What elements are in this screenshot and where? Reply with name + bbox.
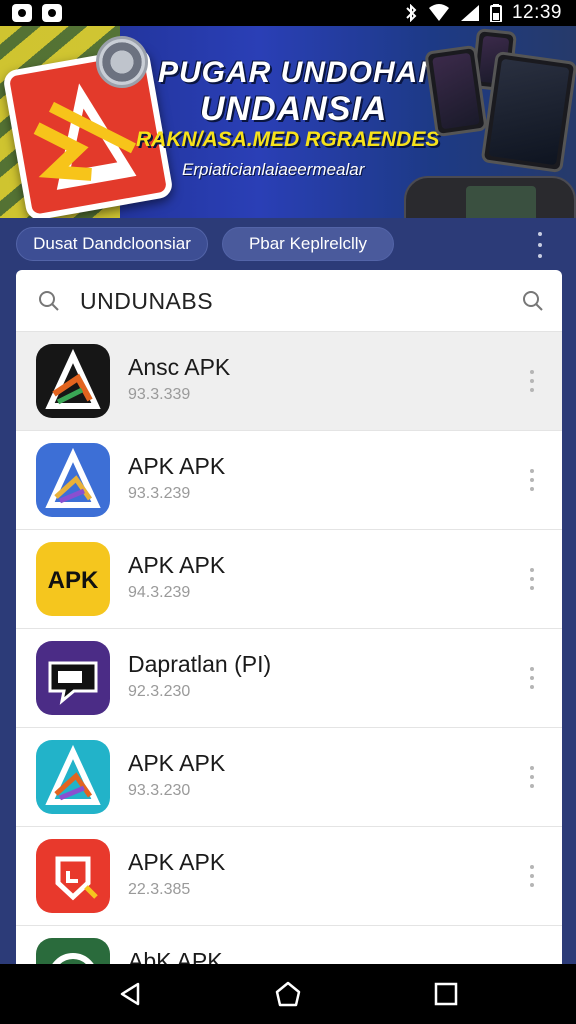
list-item[interactable]: Ansc APK 93.3.339 (16, 332, 562, 431)
search-bar[interactable] (16, 270, 562, 332)
app-name: APK APK (128, 750, 226, 776)
banner-tagline: Erpiaticianlaiaeermealar (182, 160, 365, 179)
app-name: AbK APK (128, 948, 223, 964)
game-controller-image (404, 176, 576, 218)
svg-text:APK: APK (48, 567, 99, 594)
more-options-icon[interactable] (528, 766, 536, 788)
list-item[interactable]: APK APK 22.3.385 (16, 827, 562, 926)
app-name: APK APK (128, 453, 226, 479)
recents-icon[interactable] (432, 980, 460, 1008)
app-version: 94.3.239 (128, 584, 191, 601)
back-icon[interactable] (116, 980, 144, 1008)
search-input[interactable] (80, 284, 500, 318)
battery-icon (489, 4, 502, 22)
search-submit-icon[interactable] (522, 290, 544, 312)
signal-icon (460, 5, 479, 21)
app-version: 93.3.230 (128, 782, 191, 799)
app-version: 93.3.239 (128, 485, 191, 502)
banner-title-line2: UNDANSIA (200, 90, 388, 128)
overflow-menu-icon[interactable] (532, 232, 548, 258)
app-name: APK APK (128, 849, 226, 875)
list-item[interactable]: AbK APK (16, 926, 562, 964)
promo-banner[interactable]: PUGAR UNDOHAN UNDANSIA RAKN/ASA.MED RGRA… (0, 26, 576, 218)
app-list-card: Ansc APK 93.3.339 APK APK 93.3.239 APK A… (16, 270, 562, 964)
wifi-icon (428, 4, 449, 21)
teal-triangle-icon (36, 740, 110, 814)
blue-triangle-icon (36, 443, 110, 517)
purple-chat-icon (36, 641, 110, 715)
banner-subtitle: RAKN/ASA.MED RGRAENDES (136, 128, 440, 151)
apk-yellow-icon: APK (36, 542, 110, 616)
search-icon (39, 291, 59, 311)
status-bar: 12:39 (0, 0, 576, 26)
more-options-icon[interactable] (528, 370, 536, 392)
more-options-icon[interactable] (528, 865, 536, 887)
gear-icon (96, 36, 148, 88)
list-item[interactable]: APK APK APK 94.3.239 (16, 530, 562, 629)
filter-chip[interactable]: Pbar Keplrelclly (222, 227, 394, 261)
phone-image (480, 50, 576, 174)
app-name: APK APK (128, 552, 226, 578)
app-version: 92.3.230 (128, 683, 191, 700)
navigation-bar (0, 964, 576, 1024)
app-name: Ansc APK (128, 354, 231, 380)
list-item[interactable]: APK APK 93.3.230 (16, 728, 562, 827)
list-item[interactable]: Dapratlan (PI) 92.3.230 (16, 629, 562, 728)
app-version: 93.3.339 (128, 386, 191, 403)
home-icon[interactable] (274, 980, 302, 1008)
green-circle-icon (36, 938, 110, 964)
app-version: 22.3.385 (128, 881, 191, 898)
list-item[interactable]: APK APK 93.3.239 (16, 431, 562, 530)
clock: 12:39 (511, 2, 562, 23)
app-name: Dapratlan (PI) (128, 651, 272, 677)
dark-triangle-icon (36, 344, 110, 418)
filter-chip[interactable]: Dusat Dandcloonsiar (16, 227, 208, 261)
red-badge-icon (36, 839, 110, 913)
app-notification-icon (42, 4, 62, 22)
status-right: 12:39 (404, 2, 562, 24)
more-options-icon[interactable] (528, 568, 536, 590)
bluetooth-icon (406, 4, 417, 22)
notification-icon (12, 4, 32, 22)
more-options-icon[interactable] (528, 667, 536, 689)
banner-title-line1: PUGAR UNDOHAN (158, 56, 441, 89)
more-options-icon[interactable] (528, 469, 536, 491)
status-left (12, 4, 62, 22)
